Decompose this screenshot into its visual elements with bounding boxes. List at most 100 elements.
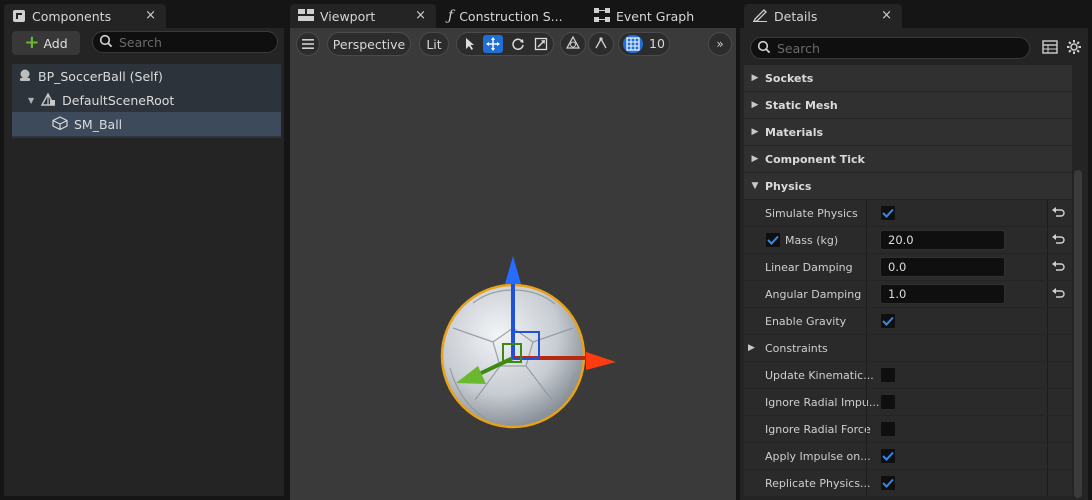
update-kinematic-checkbox[interactable] — [880, 367, 896, 383]
gear-icon[interactable] — [1066, 39, 1082, 58]
tab-components[interactable]: Components × — [4, 4, 166, 28]
expand-arrow-icon: ▶ — [751, 127, 759, 137]
lit-button[interactable]: Lit — [419, 32, 449, 56]
components-search-input[interactable]: Search — [92, 31, 278, 53]
search-icon — [757, 40, 771, 57]
category-materials[interactable]: ▶ Materials — [744, 119, 1072, 145]
expand-arrow-icon: ▶ — [751, 100, 759, 110]
details-tab-label: Details — [774, 8, 818, 24]
close-icon[interactable]: × — [145, 8, 156, 23]
select-tool-icon[interactable] — [460, 35, 480, 53]
tab-details[interactable]: Details × — [744, 4, 902, 28]
reset-arrow-icon[interactable] — [1050, 259, 1066, 275]
prop-apply-impulse: Apply Impulse on... — [744, 443, 1072, 469]
tab-label: Viewport — [320, 8, 376, 24]
prop-label: Mass (kg) — [785, 233, 839, 247]
category-static-mesh[interactable]: ▶ Static Mesh — [744, 92, 1072, 118]
tab-event-graph[interactable]: Event Graph — [586, 4, 732, 28]
angular-damping-input[interactable]: 1.0 — [880, 284, 1005, 304]
grid-snap-icon[interactable] — [623, 35, 643, 53]
soccer-ball[interactable] — [440, 283, 586, 429]
ignore-radial-impulse-checkbox[interactable] — [880, 394, 896, 410]
tab-construction-script[interactable]: ƒ Construction S... — [440, 4, 580, 28]
details-search-input[interactable]: Search — [750, 37, 1030, 59]
viewport-toolbar: Perspective Lit 10 » — [290, 32, 736, 56]
viewport-scene — [440, 256, 616, 429]
pencil-icon — [752, 8, 768, 25]
prop-replicate-physics: Replicate Physics... — [744, 470, 1072, 496]
rotate-tool-icon[interactable] — [508, 35, 528, 53]
category-label: Sockets — [765, 71, 814, 85]
world-local-toggle[interactable] — [560, 32, 586, 56]
prop-enable-gravity: Enable Gravity — [744, 308, 1072, 334]
viewport-canvas[interactable]: Perspective Lit 10 » — [290, 28, 736, 500]
prop-constraints[interactable]: ▶ Constraints — [744, 335, 1072, 361]
search-placeholder: Search — [777, 40, 820, 56]
replicate-physics-checkbox[interactable] — [880, 475, 896, 491]
prop-label: Ignore Radial Force — [765, 422, 871, 436]
expand-arrow-icon: ▶ — [748, 343, 755, 353]
snap-icon — [594, 36, 608, 53]
mass-override-checkbox[interactable] — [765, 232, 781, 248]
apply-impulse-checkbox[interactable] — [880, 448, 896, 464]
enable-gravity-checkbox[interactable] — [880, 313, 896, 329]
tree-item-bp-soccerball[interactable]: BP_SoccerBall (Self) — [12, 64, 281, 88]
simulate-physics-checkbox[interactable] — [880, 205, 896, 221]
prop-label: Update Kinematic... — [765, 368, 874, 382]
blueprint-icon — [18, 68, 32, 85]
tree-item-label: BP_SoccerBall (Self) — [38, 68, 163, 84]
reset-arrow-icon[interactable] — [1050, 205, 1066, 221]
tab-viewport[interactable]: Viewport × — [290, 4, 436, 28]
viewport-overflow-button[interactable]: » — [708, 32, 732, 56]
components-panel: Components × + Add Search BP_SoccerBall … — [0, 0, 287, 500]
viewport-menu-button[interactable] — [296, 32, 320, 56]
collapse-arrow-icon[interactable]: ▼ — [28, 96, 34, 105]
scale-tool-icon[interactable] — [531, 35, 551, 53]
transform-gizmo[interactable] — [456, 256, 616, 384]
close-icon[interactable]: × — [881, 8, 892, 23]
prop-label: Enable Gravity — [765, 314, 847, 328]
category-component-tick[interactable]: ▶ Component Tick — [744, 146, 1072, 172]
add-component-button[interactable]: + Add — [12, 31, 80, 55]
unreal-blueprint-editor: Components × + Add Search BP_SoccerBall … — [0, 0, 1092, 500]
prop-label: Apply Impulse on... — [765, 449, 871, 463]
prop-angular-damping: Angular Damping 1.0 — [744, 281, 1072, 307]
details-scrollbar[interactable] — [1074, 170, 1082, 498]
surface-snap-button[interactable] — [588, 32, 614, 56]
table-view-icon[interactable] — [1042, 39, 1058, 58]
details-panel: Details × Search ▶ Sockets ▶ Static Mesh… — [740, 0, 1092, 500]
viewport-icon — [298, 8, 314, 24]
tab-label: Construction S... — [459, 8, 563, 24]
expand-arrow-icon: ▶ — [751, 73, 759, 83]
category-physics[interactable]: ▼ Physics — [744, 173, 1072, 199]
prop-simulate-physics: Simulate Physics — [744, 200, 1072, 226]
components-tab-label: Components — [32, 8, 112, 24]
translate-tool-icon[interactable] — [483, 35, 503, 53]
grid-snap-value[interactable]: 10 — [649, 36, 665, 51]
add-label: Add — [43, 35, 68, 51]
reset-arrow-icon[interactable] — [1050, 286, 1066, 302]
tree-item-defaultsceneroot[interactable]: ▼ DefaultSceneRoot — [12, 88, 281, 112]
close-icon[interactable]: × — [415, 8, 426, 23]
category-label: Physics — [765, 179, 812, 193]
tree-item-sm-ball[interactable]: SM_Ball — [12, 112, 281, 136]
prop-linear-damping: Linear Damping 0.0 — [744, 254, 1072, 280]
prop-update-kinematic: Update Kinematic... — [744, 362, 1072, 388]
prop-label: Replicate Physics... — [765, 476, 871, 490]
category-label: Component Tick — [765, 152, 865, 166]
prop-mass: Mass (kg) 20.0 — [744, 227, 1072, 253]
linear-damping-input[interactable]: 0.0 — [880, 257, 1005, 277]
ignore-radial-force-checkbox[interactable] — [880, 421, 896, 437]
reset-arrow-icon[interactable] — [1050, 232, 1066, 248]
viewport-panel: Viewport × ƒ Construction S... Event Gra… — [290, 0, 736, 500]
components-icon — [12, 9, 26, 23]
tree-item-label: DefaultSceneRoot — [62, 92, 175, 108]
mass-input[interactable]: 20.0 — [880, 230, 1005, 250]
prop-label: Angular Damping — [765, 287, 862, 301]
prop-label: Simulate Physics — [765, 206, 858, 220]
category-label: Static Mesh — [765, 98, 838, 112]
prop-label: Ignore Radial Impu... — [765, 395, 880, 409]
perspective-button[interactable]: Perspective — [327, 32, 411, 56]
expand-arrow-icon: ▶ — [751, 154, 759, 164]
category-sockets[interactable]: ▶ Sockets — [744, 65, 1072, 91]
